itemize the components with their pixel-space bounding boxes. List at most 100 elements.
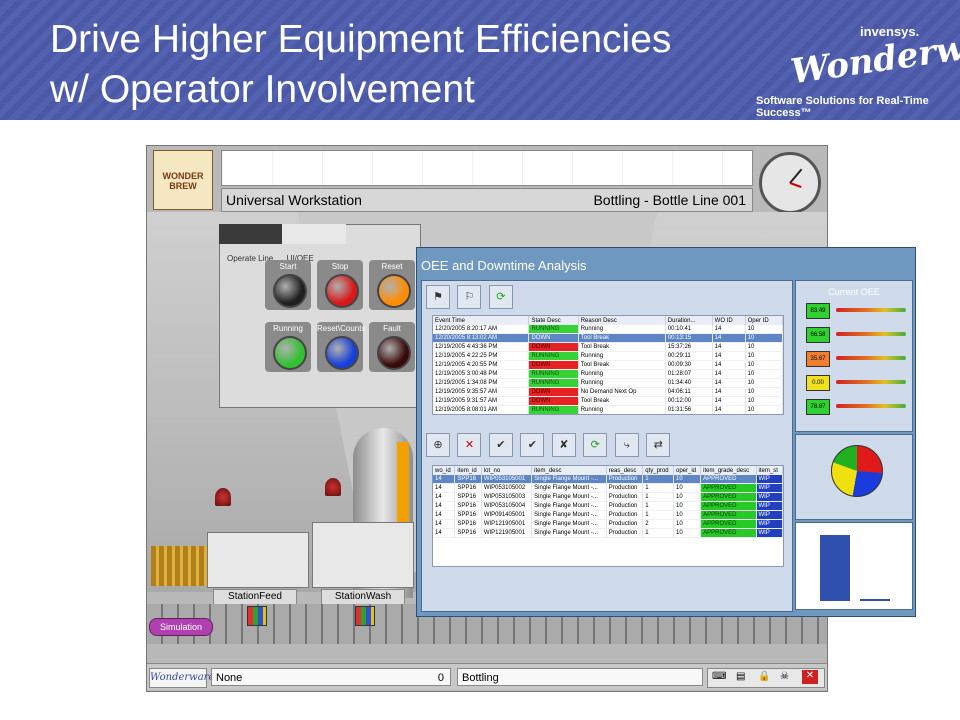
table-cell: DOWN <box>528 333 579 343</box>
table-cell: SPP16 <box>454 519 482 529</box>
table-row[interactable]: 12/20/2005 8:13:02 AM DOWN Tool Break 00:13… <box>433 333 783 343</box>
alarm-icon[interactable]: ☠ <box>780 671 789 682</box>
table-row[interactable]: 14 SPP16 WIP053105004 Single Flange Mount -… <box>433 501 783 511</box>
table-cell: 10 <box>673 501 702 511</box>
add-item-icon[interactable]: ⊕ <box>426 433 450 457</box>
control-button-fault[interactable]: Fault <box>369 322 415 372</box>
table-cell: 10 <box>673 519 702 529</box>
table-cell: 10 <box>745 360 783 370</box>
oee-gauge-value: 66.58 <box>806 327 830 343</box>
table-row[interactable]: 12/19/2005 8:08:01 AM RUNNING Running 01:31… <box>433 405 783 414</box>
control-button-start[interactable]: Start <box>265 260 311 310</box>
bottle-rack <box>151 546 209 586</box>
table-cell: Single Flange Mount -... <box>531 501 607 511</box>
bar-running <box>820 535 850 601</box>
table-cell: Production <box>606 519 644 529</box>
table-row[interactable]: 12/19/2005 4:43:36 PM DOWN Tool Break 15:37… <box>433 342 783 352</box>
table-row[interactable]: 12/19/2005 9:31:57 AM DOWN Tool Break 00:12… <box>433 396 783 406</box>
filter-clear-icon[interactable]: ⚐ <box>457 285 482 309</box>
item-grid-header[interactable]: wo_id <box>433 466 456 475</box>
table-cell: 12/19/2005 4:43:36 PM <box>433 342 530 352</box>
table-cell: 14 <box>433 519 456 529</box>
control-button-running[interactable]: Running <box>265 322 311 372</box>
control-button-reset-counts[interactable]: Reset\Counts <box>317 322 365 372</box>
filter-icon[interactable]: ⚑ <box>426 285 450 309</box>
slide-title-line1: Drive Higher Equipment Efficiencies <box>50 18 672 61</box>
table-cell: RUNNING <box>528 369 579 379</box>
transfer-icon[interactable]: ⇄ <box>646 433 671 457</box>
item-grid-header[interactable]: reas_desc <box>606 466 644 475</box>
table-row[interactable]: 12/19/2005 3:00:48 PM RUNNING Running 01:28… <box>433 369 783 379</box>
refresh-icon[interactable]: ⟳ <box>583 433 608 457</box>
table-cell: 14 <box>433 501 456 511</box>
table-cell: 10 <box>745 342 783 352</box>
event-grid-header[interactable]: Reason Desc <box>578 316 666 325</box>
table-row[interactable]: 14 SPP16 WIP121905001 Single Flange Mount -… <box>433 519 783 529</box>
approve-all-icon[interactable]: ✔ <box>520 433 545 457</box>
split-icon[interactable]: ⤷ <box>614 433 639 457</box>
table-cell: 10 <box>745 333 783 343</box>
keyboard-icon[interactable]: ⌨ <box>712 671 726 682</box>
control-button-label: Stop <box>331 262 349 271</box>
event-grid-header[interactable]: Event Time <box>433 316 530 325</box>
item-grid-header[interactable]: item_id <box>454 466 482 475</box>
table-cell: 01:34:40 <box>665 378 713 388</box>
workstation-header: Universal Workstation Bottling - Bottle … <box>221 188 753 212</box>
table-cell: APPROVED <box>700 501 757 511</box>
close-icon[interactable]: ✕ <box>802 670 818 684</box>
control-button-label: Start <box>279 262 297 271</box>
table-cell: RUNNING <box>528 378 579 388</box>
table-row[interactable]: 14 SPP16 WIP053105001 Single Flange Mount -… <box>433 475 783 484</box>
station-feed-label: StationFeed <box>213 589 297 605</box>
table-row[interactable]: 14 SPP16 WIP091405001 Single Flange Mount -… <box>433 510 783 520</box>
table-row[interactable]: 14 SPP16 WIP053105002 Single Flange Mount -… <box>433 483 783 493</box>
table-cell: 00:13:15 <box>665 333 713 343</box>
simulation-button[interactable]: Simulation <box>149 618 213 636</box>
table-cell: WIP053105003 <box>481 492 533 502</box>
table-cell: 14 <box>712 396 746 406</box>
beacon-light-icon <box>215 488 231 506</box>
bar-chart-icon[interactable] <box>355 606 375 626</box>
control-button-label: Fault <box>383 324 401 333</box>
table-cell: 14 <box>712 351 746 361</box>
table-row[interactable]: 14 SPP16 WIP121905001 Single Flange Mount -… <box>433 528 783 538</box>
item-grid-header[interactable]: item_grade_desc <box>700 466 757 475</box>
lock-icon[interactable]: 🔒 <box>758 671 770 682</box>
delete-item-icon[interactable]: ✕ <box>457 433 482 457</box>
control-button-stop[interactable]: Stop <box>317 260 363 310</box>
table-cell: 14 <box>433 475 456 484</box>
item-grid-header[interactable]: qty_prod <box>642 466 674 475</box>
table-row[interactable]: 12/20/2005 8:20:17 AM RUNNING Running 00:10… <box>433 325 783 334</box>
control-button-reset[interactable]: Reset <box>369 260 415 310</box>
panel-tab[interactable] <box>282 224 346 244</box>
oee-gauge-value: 78.87 <box>806 399 830 415</box>
refresh-icon[interactable]: ⟳ <box>488 285 513 309</box>
table-cell: 1 <box>642 528 674 538</box>
event-grid-header[interactable]: Duration... <box>665 316 713 325</box>
item-grid-header[interactable]: oper_id <box>673 466 702 475</box>
table-cell: 14 <box>433 510 456 520</box>
table-row[interactable]: 14 SPP16 WIP053105003 Single Flange Mount -… <box>433 492 783 502</box>
item-grid-header[interactable]: item_desc <box>531 466 607 475</box>
item-grid-header[interactable]: item_st <box>756 466 783 475</box>
table-row[interactable]: 12/19/2005 4:22:25 PM RUNNING Running 00:29… <box>433 351 783 361</box>
table-cell: WIP <box>756 510 783 520</box>
item-grid-header[interactable]: lot_no <box>481 466 533 475</box>
reject-icon[interactable]: ✘ <box>551 433 576 457</box>
flag-icon[interactable]: ▤ <box>736 671 745 682</box>
table-row[interactable]: 12/19/2005 4:20:55 PM DOWN Tool Break 00:09… <box>433 360 783 370</box>
oee-left-pane: ⚑ ⚐ ⟳ Event Time State Desc Reason Desc Dur… <box>421 280 793 612</box>
event-grid-header[interactable]: Oper ID <box>745 316 783 325</box>
event-grid-header[interactable]: State Desc <box>528 316 579 325</box>
bar-chart-icon[interactable] <box>247 606 267 626</box>
table-cell: 00:12:00 <box>665 396 713 406</box>
table-row[interactable]: 12/19/2005 1:34:08 PM RUNNING Running 01:34… <box>433 378 783 388</box>
oee-gauge-bar <box>836 404 906 408</box>
table-cell: DOWN <box>528 396 579 406</box>
clock-icon <box>759 152 821 214</box>
oee-downtime-window: OEE and Downtime Analysis ⚑ ⚐ ⟳ Event Ti… <box>416 247 916 617</box>
event-grid: Event Time State Desc Reason Desc Duration.… <box>432 315 784 415</box>
event-grid-header[interactable]: WO ID <box>712 316 746 325</box>
table-row[interactable]: 12/19/2005 9:35:57 AM DOWN No Demand Next … <box>433 387 783 397</box>
approve-icon[interactable]: ✔ <box>488 433 513 457</box>
